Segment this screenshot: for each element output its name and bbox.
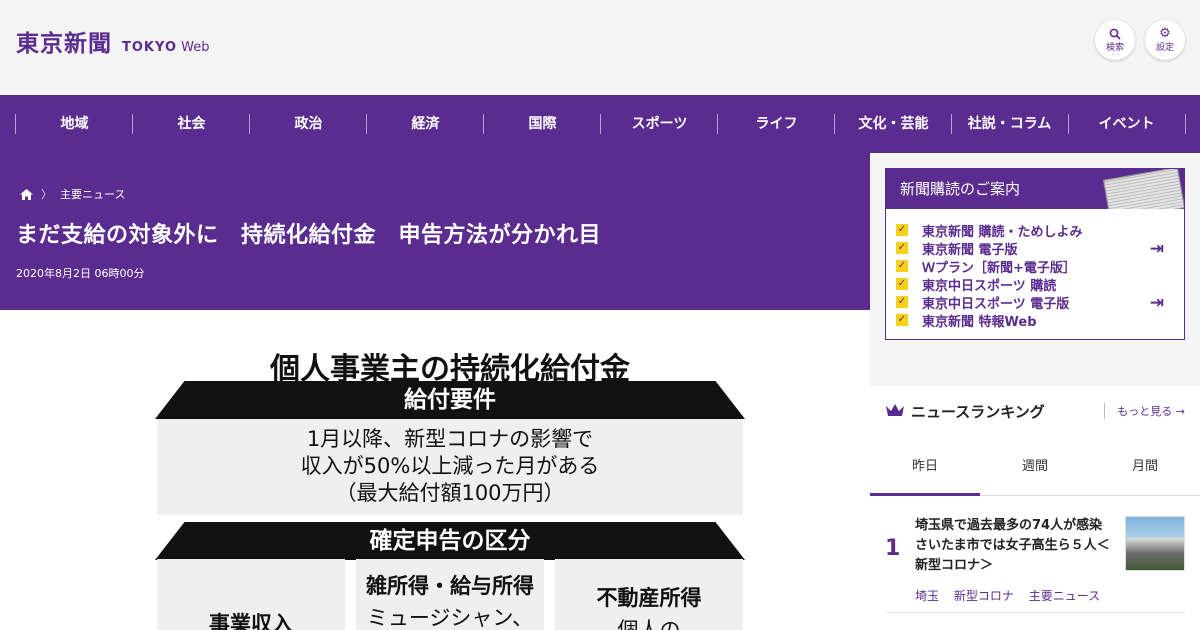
- crown-icon: [886, 404, 904, 416]
- subscription-list: ✓ 東京新聞 購読・ためしよみ ✓ 東京新聞 電子版 ✓ Ｗプラン［新聞+電子版］ ✓…: [886, 209, 1184, 330]
- site-logo[interactable]: 東京新聞 TOKYO Web: [16, 24, 209, 58]
- rank-thumbnail[interactable]: [1125, 516, 1185, 571]
- rank-number: 1: [885, 536, 901, 561]
- nav-item-economy[interactable]: 経済: [367, 95, 484, 153]
- subscription-item[interactable]: ✓ 東京新聞 購読・ためしよみ: [896, 221, 1184, 240]
- rank-headline[interactable]: 埼玉県で過去最多の74人が感染 さいたま市では女子高生ら５人＜新型コロナ＞: [915, 516, 1115, 576]
- login-icon[interactable]: ⇥: [1150, 293, 1164, 313]
- article-header: 〉 主要ニュース まだ支給の対象外に 持続化給付金 申告方法が分かれ目 2020…: [0, 153, 870, 310]
- subscription-item[interactable]: ✓ 東京新聞 特報Web: [896, 311, 1184, 330]
- tab-weekly[interactable]: 週間: [980, 452, 1090, 496]
- subscription-item[interactable]: ✓ 東京中日スポーツ 購読: [896, 275, 1184, 294]
- col-title: 不動産所得: [596, 586, 702, 610]
- checkbox-icon: ✓: [896, 224, 908, 236]
- subscription-title: 新聞購読のご案内: [900, 180, 1021, 198]
- nav-item-editorial[interactable]: 社説・コラム: [951, 95, 1068, 153]
- col-title: 雑所得・給与所得: [366, 574, 534, 598]
- tab-monthly[interactable]: 月間: [1090, 452, 1200, 496]
- publish-date: 2020年8月2日 06時00分: [16, 267, 145, 280]
- checkbox-icon: ✓: [896, 278, 908, 290]
- search-button[interactable]: 検索: [1095, 20, 1135, 60]
- rank-tags: 埼玉 新型コロナ 主要ニュース: [915, 587, 1111, 604]
- figure-col-real-estate: 不動産所得 個人の: [555, 559, 743, 630]
- subscription-box: 新聞購読のご案内 ✓ 東京新聞 購読・ためしよみ ✓ 東京新聞 電子版 ✓ Ｗプラン［…: [885, 168, 1185, 340]
- tab-yesterday[interactable]: 昨日: [870, 452, 980, 496]
- site-header: 東京新聞 TOKYO Web 検索 ⚙ 設定: [0, 0, 1200, 95]
- ranking-header: ニュースランキング もっと見る →: [885, 400, 1185, 424]
- nav-item-sports[interactable]: スポーツ: [601, 95, 718, 153]
- nav-item-life[interactable]: ライフ: [718, 95, 835, 153]
- figure-band-tax-category: 確定申告の区分: [155, 522, 745, 560]
- requirement-line: 収入が50%以上減った月がある: [300, 454, 600, 478]
- newspaper-image: [1102, 169, 1184, 209]
- logo-subtitle: TOKYO Web: [122, 40, 210, 55]
- figure-band-requirements: 給付要件: [155, 381, 745, 419]
- subscription-header[interactable]: 新聞購読のご案内: [886, 169, 1184, 209]
- tag-link[interactable]: 新型コロナ: [954, 589, 1014, 603]
- divider: [885, 612, 1185, 613]
- checkbox-icon: ✓: [896, 260, 908, 272]
- subscription-item[interactable]: ✓ Ｗプラン［新聞+電子版］: [896, 257, 1184, 276]
- arrow-right-icon: →: [1175, 405, 1185, 418]
- nav-item-region[interactable]: 地域: [16, 95, 133, 153]
- nav-item-events[interactable]: イベント: [1068, 95, 1185, 153]
- col-sub: 個人の: [617, 618, 681, 630]
- tag-link[interactable]: 主要ニュース: [1029, 589, 1100, 603]
- subscription-item[interactable]: ✓ 東京中日スポーツ 電子版: [896, 293, 1184, 312]
- chevron-right-icon: 〉: [41, 188, 52, 201]
- gear-icon: ⚙: [1159, 26, 1171, 41]
- breadcrumb: 〉 主要ニュース: [20, 186, 125, 202]
- subscription-item[interactable]: ✓ 東京新聞 電子版: [896, 239, 1184, 258]
- ranking-panel: ニュースランキング もっと見る → 昨日 週間 月間 1 埼玉県で過去最多の74…: [870, 386, 1200, 630]
- search-label: 検索: [1105, 43, 1124, 53]
- login-icon[interactable]: ⇥: [1150, 239, 1164, 259]
- settings-label: 設定: [1155, 43, 1174, 53]
- settings-button[interactable]: ⚙ 設定: [1145, 20, 1185, 60]
- figure-col-misc-income: 雑所得・給与所得 ミュージシャン、: [356, 559, 544, 630]
- search-icon: [1109, 28, 1121, 40]
- article-title: まだ支給の対象外に 持続化給付金 申告方法が分かれ目: [16, 223, 602, 248]
- nav-divider: [1185, 114, 1186, 134]
- ranking-tabs: 昨日 週間 月間: [870, 452, 1200, 496]
- breadcrumb-category[interactable]: 主要ニュース: [60, 186, 125, 202]
- article-figure: 個人事業主の持続化給付金 給付要件 1月以降、新型コロナの影響で 収入が50%以…: [0, 310, 870, 630]
- global-nav: 地域 社会 政治 経済 国際 スポーツ ライフ 文化・芸能 社説・コラム イベン…: [0, 95, 1200, 153]
- nav-item-international[interactable]: 国際: [484, 95, 601, 153]
- nav-item-society[interactable]: 社会: [133, 95, 250, 153]
- ranking-item[interactable]: 1 埼玉県で過去最多の74人が感染 さいたま市では女子高生ら５人＜新型コロナ＞ …: [870, 496, 1200, 616]
- ranking-title: ニュースランキング: [911, 403, 1045, 421]
- requirement-line: 1月以降、新型コロナの影響で: [306, 427, 594, 451]
- nav-item-politics[interactable]: 政治: [250, 95, 367, 153]
- figure-col-business: 事業収入: [157, 559, 345, 630]
- tag-link[interactable]: 埼玉: [915, 589, 939, 603]
- checkbox-icon: ✓: [896, 242, 908, 254]
- checkbox-icon: ✓: [896, 314, 908, 326]
- figure-requirements-box: 1月以降、新型コロナの影響で 収入が50%以上減った月がある （最大給付額100…: [157, 419, 743, 515]
- checkbox-icon: ✓: [896, 296, 908, 308]
- col-sub: ミュージシャン、: [366, 606, 534, 630]
- requirement-line: （最大給付額100万円）: [335, 481, 565, 505]
- home-icon[interactable]: [20, 188, 33, 200]
- sidebar: 新聞購読のご案内 ✓ 東京新聞 購読・ためしよみ ✓ 東京新聞 電子版 ✓ Ｗプラン［…: [870, 153, 1200, 630]
- ranking-more-link[interactable]: もっと見る →: [1104, 403, 1185, 419]
- col-title: 事業収入: [209, 612, 293, 630]
- nav-item-culture[interactable]: 文化・芸能: [835, 95, 952, 153]
- logo-wordmark: 東京新聞: [16, 30, 112, 57]
